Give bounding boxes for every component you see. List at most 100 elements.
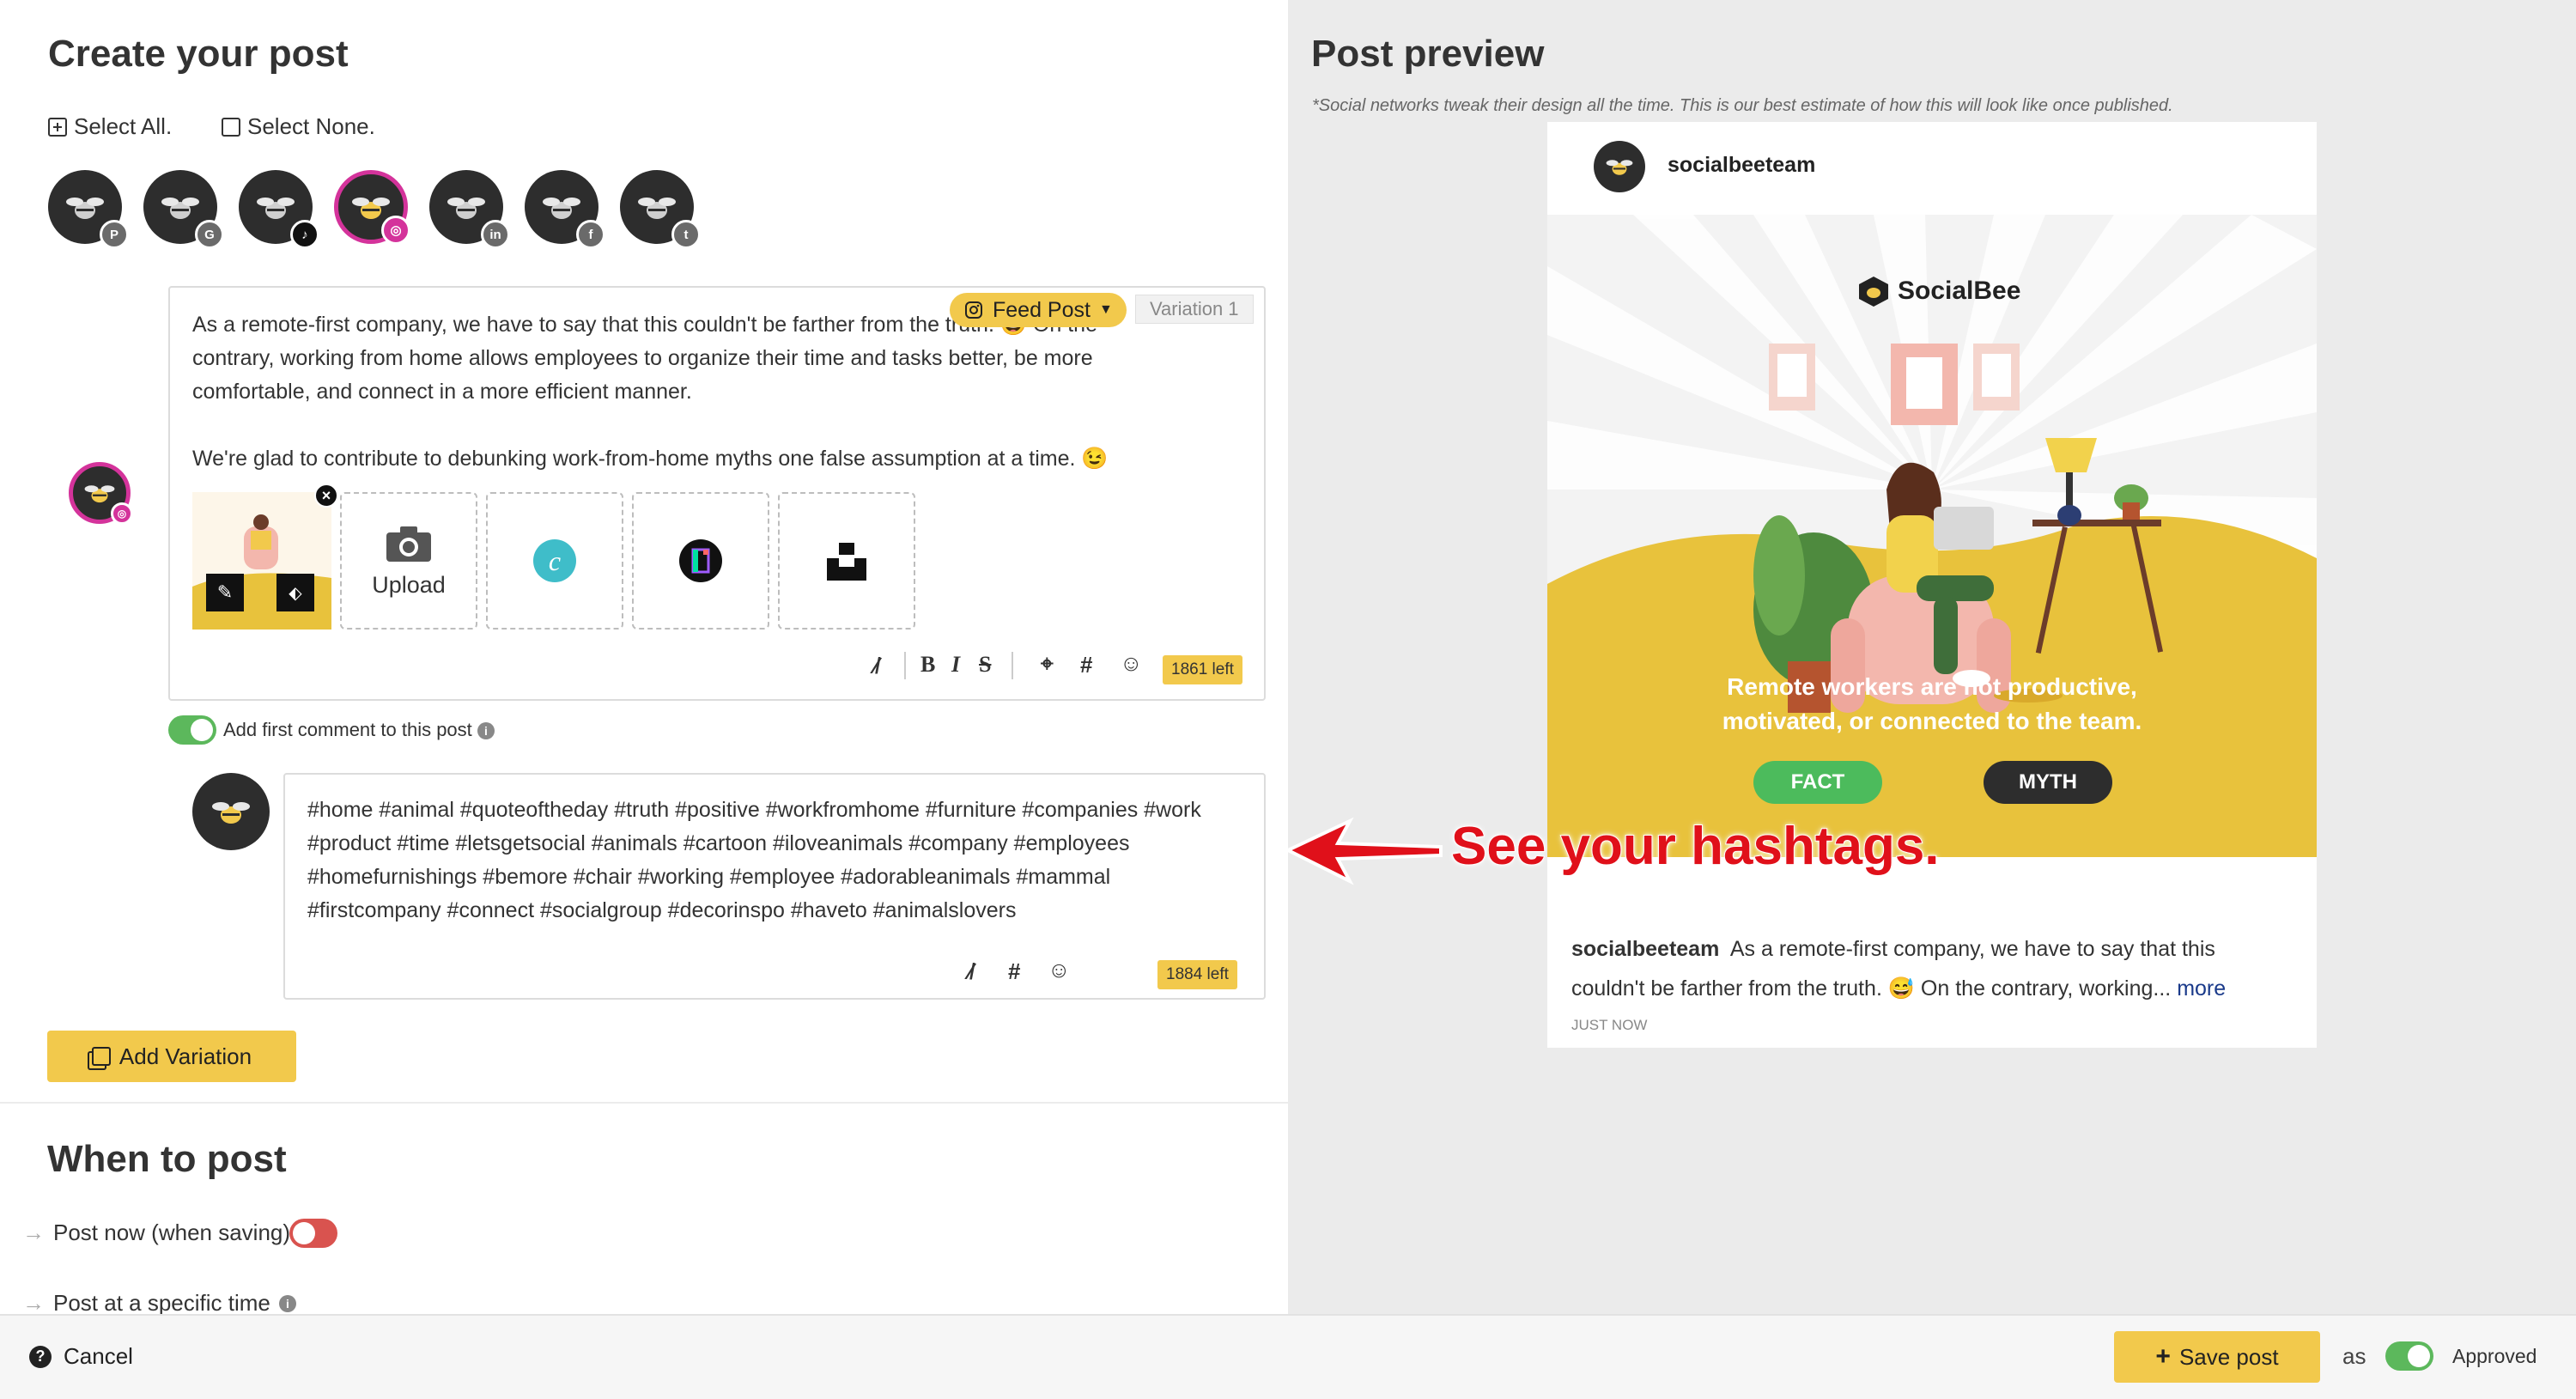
twitter-icon: t xyxy=(671,220,701,249)
instagram-icon xyxy=(965,301,982,319)
plus-square-icon xyxy=(48,117,67,137)
canva-icon: c xyxy=(533,539,576,582)
help-circle-icon: ? xyxy=(29,1345,52,1368)
create-post-pane: Create your post Select All. Select None… xyxy=(0,0,1288,1317)
bee-logo-icon xyxy=(543,198,580,219)
edit-image-button[interactable]: ✎ xyxy=(206,574,244,611)
bee-logo-icon xyxy=(257,198,295,219)
annotation-arrow-icon xyxy=(1285,817,1443,885)
canva-button[interactable]: c xyxy=(486,492,623,630)
hashtag-icon[interactable]: # xyxy=(1080,652,1092,678)
more-link[interactable]: more xyxy=(2177,976,2226,1001)
caption-username: socialbeeteam xyxy=(1571,937,1720,961)
save-post-label: Save post xyxy=(2178,1343,2279,1370)
post-now-row: → Post now (when saving) xyxy=(22,1220,290,1246)
location-pin-icon[interactable]: ⌖ xyxy=(1041,650,1054,678)
bee-hexagon-icon xyxy=(1859,277,1888,307)
post-now-toggle[interactable] xyxy=(289,1219,337,1248)
variation-tag: Variation 1 xyxy=(1135,295,1254,324)
bee-logo-icon xyxy=(1606,160,1633,175)
bee-logo-icon xyxy=(161,198,199,219)
svg-text:c: c xyxy=(549,545,561,576)
profile-avatar-linkedin[interactable]: in xyxy=(429,170,510,249)
instagram-icon: ◎ xyxy=(381,216,410,245)
socialbee-brand: SocialBee xyxy=(1898,277,2021,305)
magic-wand-icon[interactable]: ⁄̸ xyxy=(874,653,878,679)
close-icon: × xyxy=(321,486,331,504)
profile-avatar-twitter[interactable]: t xyxy=(620,170,701,249)
toolbar-divider xyxy=(904,652,906,679)
cancel-button[interactable]: ? Cancel xyxy=(29,1343,133,1370)
profile-avatar-google-business[interactable]: G xyxy=(143,170,224,249)
first-comment-toggle[interactable] xyxy=(168,715,216,745)
sunburst-background xyxy=(1547,215,2317,857)
add-variation-button[interactable]: Add Variation xyxy=(47,1031,296,1082)
preview-image-headline: Remote workers are not productive, motiv… xyxy=(1722,673,2142,734)
upload-label: Upload xyxy=(372,571,446,598)
giphy-icon xyxy=(679,539,722,582)
toolbar-divider xyxy=(1012,652,1013,679)
arrow-right-icon: → xyxy=(22,1220,45,1245)
as-label: as xyxy=(2342,1343,2366,1369)
profile-avatar-tiktok[interactable]: ♪ xyxy=(239,170,319,249)
pinterest-icon: P xyxy=(100,220,129,249)
preview-disclaimer: *Social networks tweak their design all … xyxy=(1312,96,2173,115)
google-business-icon: G xyxy=(195,220,224,249)
tag-image-button[interactable]: ⬖ xyxy=(276,574,314,611)
select-none-label: Select None. xyxy=(247,113,375,139)
square-icon xyxy=(222,117,240,137)
linkedin-icon: in xyxy=(481,220,510,249)
bee-logo-icon xyxy=(212,802,250,824)
italic-icon[interactable]: I xyxy=(951,652,960,678)
comment-avatar xyxy=(192,773,270,850)
preview-timestamp: JUST NOW xyxy=(1571,1017,1648,1033)
bee-logo-icon xyxy=(66,198,104,219)
post-editor[interactable]: As a remote-first company, we have to sa… xyxy=(168,286,1266,701)
profile-avatar-pinterest[interactable]: P xyxy=(48,170,129,249)
strikethrough-icon[interactable]: S xyxy=(979,652,991,678)
magic-wand-icon[interactable]: ⁄̸ xyxy=(969,958,972,985)
instagram-icon: ◎ xyxy=(111,502,133,525)
create-post-title: Create your post xyxy=(48,33,349,75)
socialbee-logo: SocialBee xyxy=(1856,275,2020,307)
post-text-area[interactable]: As a remote-first company, we have to sa… xyxy=(192,308,1171,476)
post-paragraph-2: We're glad to contribute to debunking wo… xyxy=(192,447,1109,471)
upload-media-button[interactable]: Upload xyxy=(340,492,477,630)
profile-avatar-instagram[interactable]: ◎ xyxy=(334,170,410,245)
unsplash-button[interactable] xyxy=(778,492,915,630)
approved-label: Approved xyxy=(2452,1345,2537,1367)
camera-icon xyxy=(386,526,431,562)
info-icon[interactable]: i xyxy=(477,722,495,740)
select-none-button[interactable]: Select None. xyxy=(222,113,375,140)
first-comment-label-row: Add first comment to this post i xyxy=(223,719,495,741)
bold-icon[interactable]: B xyxy=(920,652,935,678)
profile-avatar-facebook[interactable]: f xyxy=(525,170,605,249)
copy-icon xyxy=(91,1047,111,1066)
bee-logo-icon xyxy=(447,198,485,219)
specific-time-row[interactable]: → Post at a specific time i xyxy=(22,1290,296,1317)
hashtag-icon[interactable]: # xyxy=(1008,958,1020,985)
first-comment-text[interactable]: #home #animal #quoteoftheday #truth #pos… xyxy=(307,794,1243,928)
editor-profile-avatar: ◎ xyxy=(69,462,133,525)
media-thumbnail[interactable]: ✎ ⬖ xyxy=(192,492,331,630)
toggle-knob xyxy=(2408,1345,2430,1367)
cancel-label: Cancel xyxy=(64,1343,133,1369)
info-icon[interactable]: i xyxy=(278,1294,296,1312)
select-all-button[interactable]: Select All. xyxy=(48,113,172,140)
save-post-button[interactable]: + Save post xyxy=(2114,1331,2320,1383)
caret-down-icon: ▼ xyxy=(1098,302,1113,317)
emoji-icon[interactable]: ☺ xyxy=(1048,957,1071,983)
emoji-icon[interactable]: ☺ xyxy=(1120,650,1143,677)
when-to-post-title: When to post xyxy=(47,1138,287,1180)
preview-username: socialbeeteam xyxy=(1668,153,1816,177)
toggle-knob xyxy=(293,1222,315,1244)
giphy-button[interactable] xyxy=(632,492,769,630)
approved-toggle[interactable] xyxy=(2385,1341,2433,1371)
chars-left-badge: 1861 left xyxy=(1163,655,1242,684)
select-all-label: Select All. xyxy=(74,113,173,139)
annotation-text: See your hashtags. xyxy=(1450,816,1941,877)
remove-media-button[interactable]: × xyxy=(314,484,338,508)
first-comment-editor[interactable]: #home #animal #quoteoftheday #truth #pos… xyxy=(283,773,1266,1000)
myth-pill: MYTH xyxy=(1984,761,2112,804)
post-type-dropdown[interactable]: Feed Post ▼ xyxy=(950,293,1127,327)
